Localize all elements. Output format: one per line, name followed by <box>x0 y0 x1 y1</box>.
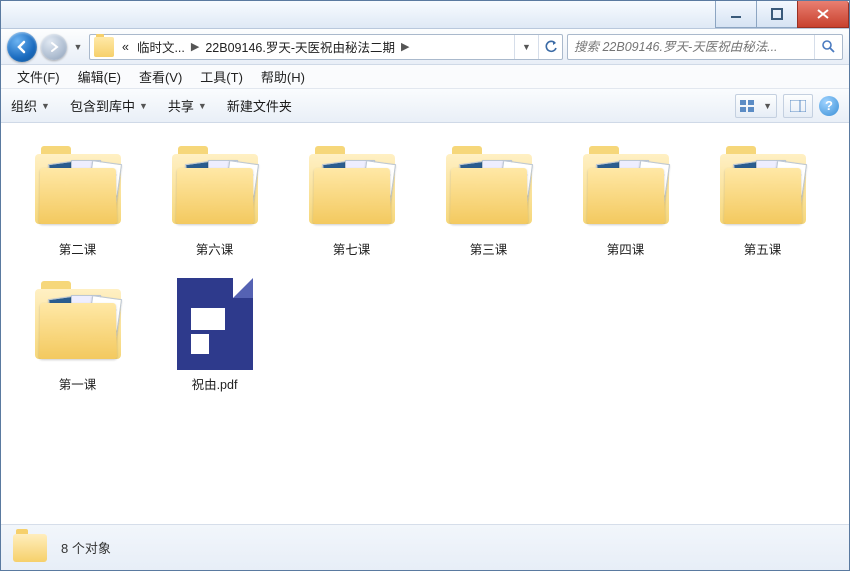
folder-icon <box>13 534 47 562</box>
share-button[interactable]: 共享 ▼ <box>168 96 207 115</box>
item-label: 第三课 <box>470 239 508 258</box>
menu-help[interactable]: 帮助(H) <box>253 65 313 88</box>
item-label: 第五课 <box>744 239 782 258</box>
folder-item[interactable]: 第二课 <box>9 137 146 272</box>
forward-button[interactable] <box>41 34 67 60</box>
folder-thumbnail-icon <box>35 154 121 224</box>
menu-bar: 文件(F) 编辑(E) 查看(V) 工具(T) 帮助(H) <box>1 65 849 89</box>
menu-view[interactable]: 查看(V) <box>131 65 190 88</box>
breadcrumb-1[interactable]: 临时文... <box>133 37 189 56</box>
search-button[interactable] <box>814 35 842 59</box>
status-text: 8 个对象 <box>61 538 111 557</box>
thumbnails-icon <box>740 100 754 112</box>
folder-thumbnail-icon <box>583 154 669 224</box>
folder-icon <box>94 37 114 57</box>
folder-item[interactable]: 第三课 <box>420 137 557 272</box>
item-label: 第七课 <box>333 239 371 258</box>
organize-button[interactable]: 组织 ▼ <box>11 96 50 115</box>
search-box[interactable] <box>567 34 843 60</box>
item-label: 第四课 <box>607 239 645 258</box>
maximize-button[interactable] <box>756 1 798 28</box>
folder-item[interactable]: 第四课 <box>557 137 694 272</box>
address-bar[interactable]: « 临时文... ▶ 22B09146.罗天-天医祝由秘法二期 ▶ ▼ <box>89 34 563 60</box>
folder-item[interactable]: 第七课 <box>283 137 420 272</box>
content-area[interactable]: 第二课 第六课 第七课 第三课 第四课 第五课第一课 祝由.pdf <box>1 123 849 524</box>
folder-item[interactable]: 第六课 <box>146 137 283 272</box>
folder-thumbnail-icon <box>172 154 258 224</box>
preview-pane-icon <box>790 100 806 112</box>
folder-thumbnail-icon <box>446 154 532 224</box>
menu-edit[interactable]: 编辑(E) <box>70 65 129 88</box>
help-button[interactable]: ? <box>819 96 839 116</box>
preview-pane-button[interactable] <box>783 94 813 118</box>
include-in-library-button[interactable]: 包含到库中 ▼ <box>70 96 148 115</box>
items-grid: 第二课 第六课 第七课 第三课 第四课 第五课第一课 祝由.pdf <box>9 137 841 407</box>
pdf-file-icon <box>177 278 253 370</box>
folder-thumbnail-icon <box>35 289 121 359</box>
folder-item[interactable]: 第一课 <box>9 272 146 407</box>
chevron-right-icon[interactable]: ▶ <box>399 40 411 53</box>
folder-thumbnail-icon <box>309 154 395 224</box>
folder-item[interactable]: 第五课 <box>694 137 831 272</box>
address-dropdown[interactable]: ▼ <box>514 35 538 59</box>
item-label: 第六课 <box>196 239 234 258</box>
item-label: 第一课 <box>59 374 97 393</box>
toolbar: 组织 ▼ 包含到库中 ▼ 共享 ▼ 新建文件夹 ▼ ? <box>1 89 849 123</box>
back-button[interactable] <box>7 32 37 62</box>
menu-file[interactable]: 文件(F) <box>9 65 68 88</box>
minimize-button[interactable] <box>715 1 757 28</box>
breadcrumb-2[interactable]: 22B09146.罗天-天医祝由秘法二期 <box>201 37 399 56</box>
item-label: 祝由.pdf <box>192 374 238 393</box>
nav-history-dropdown[interactable]: ▼ <box>71 42 85 52</box>
nav-bar: ▼ « 临时文... ▶ 22B09146.罗天-天医祝由秘法二期 ▶ ▼ <box>1 29 849 65</box>
help-icon: ? <box>825 98 833 113</box>
search-input[interactable] <box>568 40 814 54</box>
folder-thumbnail-icon <box>720 154 806 224</box>
file-item[interactable]: 祝由.pdf <box>146 272 283 407</box>
titlebar <box>1 1 849 29</box>
new-folder-button[interactable]: 新建文件夹 <box>227 96 292 115</box>
close-button[interactable] <box>797 1 849 28</box>
explorer-window: ▼ « 临时文... ▶ 22B09146.罗天-天医祝由秘法二期 ▶ ▼ 文件… <box>0 0 850 571</box>
item-label: 第二课 <box>59 239 97 258</box>
view-mode-button[interactable]: ▼ <box>735 94 777 118</box>
refresh-button[interactable] <box>538 35 562 59</box>
breadcrumb-prefix: « <box>118 40 133 54</box>
chevron-right-icon[interactable]: ▶ <box>189 40 201 53</box>
status-bar: 8 个对象 <box>1 524 849 570</box>
menu-tools[interactable]: 工具(T) <box>192 65 251 88</box>
